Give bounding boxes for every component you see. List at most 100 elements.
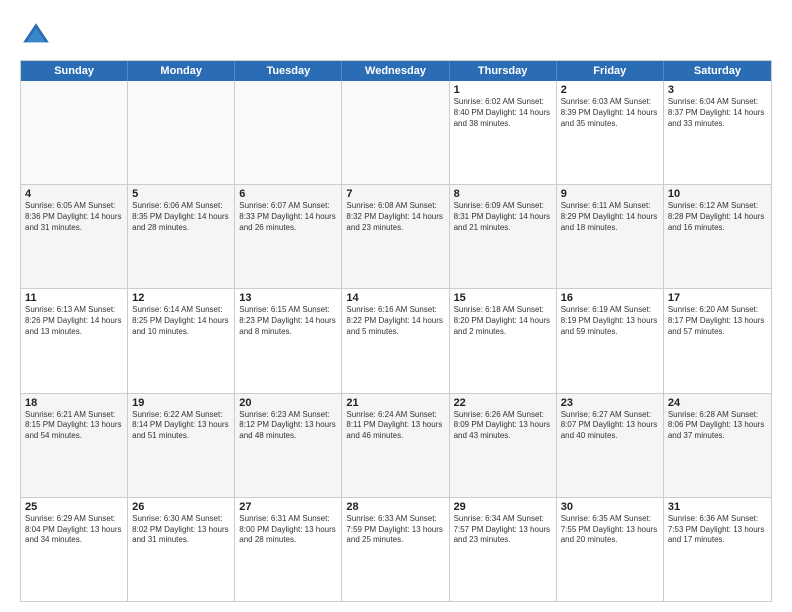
day-number: 3 — [668, 84, 767, 96]
cell-info: Sunrise: 6:15 AM Sunset: 8:23 PM Dayligh… — [239, 305, 337, 337]
day-number: 13 — [239, 292, 337, 304]
cell-info: Sunrise: 6:13 AM Sunset: 8:26 PM Dayligh… — [25, 305, 123, 337]
cell-info: Sunrise: 6:24 AM Sunset: 8:11 PM Dayligh… — [346, 410, 444, 442]
day-number: 24 — [668, 397, 767, 409]
cell-info: Sunrise: 6:27 AM Sunset: 8:07 PM Dayligh… — [561, 410, 659, 442]
calendar-cell: 8Sunrise: 6:09 AM Sunset: 8:31 PM Daylig… — [450, 185, 557, 288]
cell-info: Sunrise: 6:06 AM Sunset: 8:35 PM Dayligh… — [132, 201, 230, 233]
cell-info: Sunrise: 6:23 AM Sunset: 8:12 PM Dayligh… — [239, 410, 337, 442]
header-cell-saturday: Saturday — [664, 61, 771, 81]
calendar-cell: 7Sunrise: 6:08 AM Sunset: 8:32 PM Daylig… — [342, 185, 449, 288]
header-cell-sunday: Sunday — [21, 61, 128, 81]
calendar-body: 1Sunrise: 6:02 AM Sunset: 8:40 PM Daylig… — [21, 81, 771, 601]
day-number: 4 — [25, 188, 123, 200]
header-cell-wednesday: Wednesday — [342, 61, 449, 81]
calendar-cell: 31Sunrise: 6:36 AM Sunset: 7:53 PM Dayli… — [664, 498, 771, 601]
calendar-cell: 6Sunrise: 6:07 AM Sunset: 8:33 PM Daylig… — [235, 185, 342, 288]
cell-info: Sunrise: 6:12 AM Sunset: 8:28 PM Dayligh… — [668, 201, 767, 233]
calendar-cell: 4Sunrise: 6:05 AM Sunset: 8:36 PM Daylig… — [21, 185, 128, 288]
day-number: 8 — [454, 188, 552, 200]
calendar-cell: 10Sunrise: 6:12 AM Sunset: 8:28 PM Dayli… — [664, 185, 771, 288]
day-number: 28 — [346, 501, 444, 513]
calendar-cell: 19Sunrise: 6:22 AM Sunset: 8:14 PM Dayli… — [128, 394, 235, 497]
calendar-cell: 2Sunrise: 6:03 AM Sunset: 8:39 PM Daylig… — [557, 81, 664, 184]
calendar-cell: 28Sunrise: 6:33 AM Sunset: 7:59 PM Dayli… — [342, 498, 449, 601]
calendar-row: 1Sunrise: 6:02 AM Sunset: 8:40 PM Daylig… — [21, 81, 771, 184]
calendar-cell: 9Sunrise: 6:11 AM Sunset: 8:29 PM Daylig… — [557, 185, 664, 288]
calendar: SundayMondayTuesdayWednesdayThursdayFrid… — [20, 60, 772, 602]
cell-info: Sunrise: 6:05 AM Sunset: 8:36 PM Dayligh… — [25, 201, 123, 233]
day-number: 19 — [132, 397, 230, 409]
calendar-cell: 29Sunrise: 6:34 AM Sunset: 7:57 PM Dayli… — [450, 498, 557, 601]
day-number: 22 — [454, 397, 552, 409]
cell-info: Sunrise: 6:09 AM Sunset: 8:31 PM Dayligh… — [454, 201, 552, 233]
calendar-cell: 3Sunrise: 6:04 AM Sunset: 8:37 PM Daylig… — [664, 81, 771, 184]
calendar-cell: 1Sunrise: 6:02 AM Sunset: 8:40 PM Daylig… — [450, 81, 557, 184]
calendar-cell: 26Sunrise: 6:30 AM Sunset: 8:02 PM Dayli… — [128, 498, 235, 601]
day-number: 1 — [454, 84, 552, 96]
cell-info: Sunrise: 6:16 AM Sunset: 8:22 PM Dayligh… — [346, 305, 444, 337]
calendar-cell: 14Sunrise: 6:16 AM Sunset: 8:22 PM Dayli… — [342, 289, 449, 392]
day-number: 25 — [25, 501, 123, 513]
calendar-cell: 21Sunrise: 6:24 AM Sunset: 8:11 PM Dayli… — [342, 394, 449, 497]
calendar-cell: 27Sunrise: 6:31 AM Sunset: 8:00 PM Dayli… — [235, 498, 342, 601]
calendar-row: 18Sunrise: 6:21 AM Sunset: 8:15 PM Dayli… — [21, 393, 771, 497]
cell-info: Sunrise: 6:02 AM Sunset: 8:40 PM Dayligh… — [454, 97, 552, 129]
day-number: 26 — [132, 501, 230, 513]
calendar-row: 25Sunrise: 6:29 AM Sunset: 8:04 PM Dayli… — [21, 497, 771, 601]
calendar-row: 4Sunrise: 6:05 AM Sunset: 8:36 PM Daylig… — [21, 184, 771, 288]
calendar-cell: 22Sunrise: 6:26 AM Sunset: 8:09 PM Dayli… — [450, 394, 557, 497]
day-number: 9 — [561, 188, 659, 200]
day-number: 10 — [668, 188, 767, 200]
cell-info: Sunrise: 6:20 AM Sunset: 8:17 PM Dayligh… — [668, 305, 767, 337]
logo — [20, 20, 56, 52]
calendar-cell — [128, 81, 235, 184]
logo-icon — [20, 20, 52, 52]
calendar-cell: 5Sunrise: 6:06 AM Sunset: 8:35 PM Daylig… — [128, 185, 235, 288]
day-number: 11 — [25, 292, 123, 304]
calendar-cell — [21, 81, 128, 184]
day-number: 16 — [561, 292, 659, 304]
calendar-cell — [235, 81, 342, 184]
header-cell-thursday: Thursday — [450, 61, 557, 81]
calendar-cell: 18Sunrise: 6:21 AM Sunset: 8:15 PM Dayli… — [21, 394, 128, 497]
cell-info: Sunrise: 6:11 AM Sunset: 8:29 PM Dayligh… — [561, 201, 659, 233]
cell-info: Sunrise: 6:29 AM Sunset: 8:04 PM Dayligh… — [25, 514, 123, 546]
cell-info: Sunrise: 6:22 AM Sunset: 8:14 PM Dayligh… — [132, 410, 230, 442]
cell-info: Sunrise: 6:31 AM Sunset: 8:00 PM Dayligh… — [239, 514, 337, 546]
header-cell-tuesday: Tuesday — [235, 61, 342, 81]
cell-info: Sunrise: 6:21 AM Sunset: 8:15 PM Dayligh… — [25, 410, 123, 442]
cell-info: Sunrise: 6:36 AM Sunset: 7:53 PM Dayligh… — [668, 514, 767, 546]
day-number: 23 — [561, 397, 659, 409]
calendar-cell: 25Sunrise: 6:29 AM Sunset: 8:04 PM Dayli… — [21, 498, 128, 601]
day-number: 2 — [561, 84, 659, 96]
day-number: 18 — [25, 397, 123, 409]
header-cell-monday: Monday — [128, 61, 235, 81]
calendar-cell: 16Sunrise: 6:19 AM Sunset: 8:19 PM Dayli… — [557, 289, 664, 392]
cell-info: Sunrise: 6:18 AM Sunset: 8:20 PM Dayligh… — [454, 305, 552, 337]
cell-info: Sunrise: 6:33 AM Sunset: 7:59 PM Dayligh… — [346, 514, 444, 546]
day-number: 6 — [239, 188, 337, 200]
day-number: 31 — [668, 501, 767, 513]
calendar-row: 11Sunrise: 6:13 AM Sunset: 8:26 PM Dayli… — [21, 288, 771, 392]
cell-info: Sunrise: 6:26 AM Sunset: 8:09 PM Dayligh… — [454, 410, 552, 442]
calendar-cell: 17Sunrise: 6:20 AM Sunset: 8:17 PM Dayli… — [664, 289, 771, 392]
calendar-cell: 12Sunrise: 6:14 AM Sunset: 8:25 PM Dayli… — [128, 289, 235, 392]
cell-info: Sunrise: 6:19 AM Sunset: 8:19 PM Dayligh… — [561, 305, 659, 337]
day-number: 14 — [346, 292, 444, 304]
cell-info: Sunrise: 6:03 AM Sunset: 8:39 PM Dayligh… — [561, 97, 659, 129]
day-number: 20 — [239, 397, 337, 409]
calendar-cell: 30Sunrise: 6:35 AM Sunset: 7:55 PM Dayli… — [557, 498, 664, 601]
day-number: 30 — [561, 501, 659, 513]
cell-info: Sunrise: 6:08 AM Sunset: 8:32 PM Dayligh… — [346, 201, 444, 233]
calendar-cell: 11Sunrise: 6:13 AM Sunset: 8:26 PM Dayli… — [21, 289, 128, 392]
header-cell-friday: Friday — [557, 61, 664, 81]
calendar-cell: 20Sunrise: 6:23 AM Sunset: 8:12 PM Dayli… — [235, 394, 342, 497]
day-number: 21 — [346, 397, 444, 409]
calendar-cell: 15Sunrise: 6:18 AM Sunset: 8:20 PM Dayli… — [450, 289, 557, 392]
cell-info: Sunrise: 6:30 AM Sunset: 8:02 PM Dayligh… — [132, 514, 230, 546]
day-number: 15 — [454, 292, 552, 304]
cell-info: Sunrise: 6:14 AM Sunset: 8:25 PM Dayligh… — [132, 305, 230, 337]
calendar-header: SundayMondayTuesdayWednesdayThursdayFrid… — [21, 61, 771, 81]
calendar-cell: 24Sunrise: 6:28 AM Sunset: 8:06 PM Dayli… — [664, 394, 771, 497]
